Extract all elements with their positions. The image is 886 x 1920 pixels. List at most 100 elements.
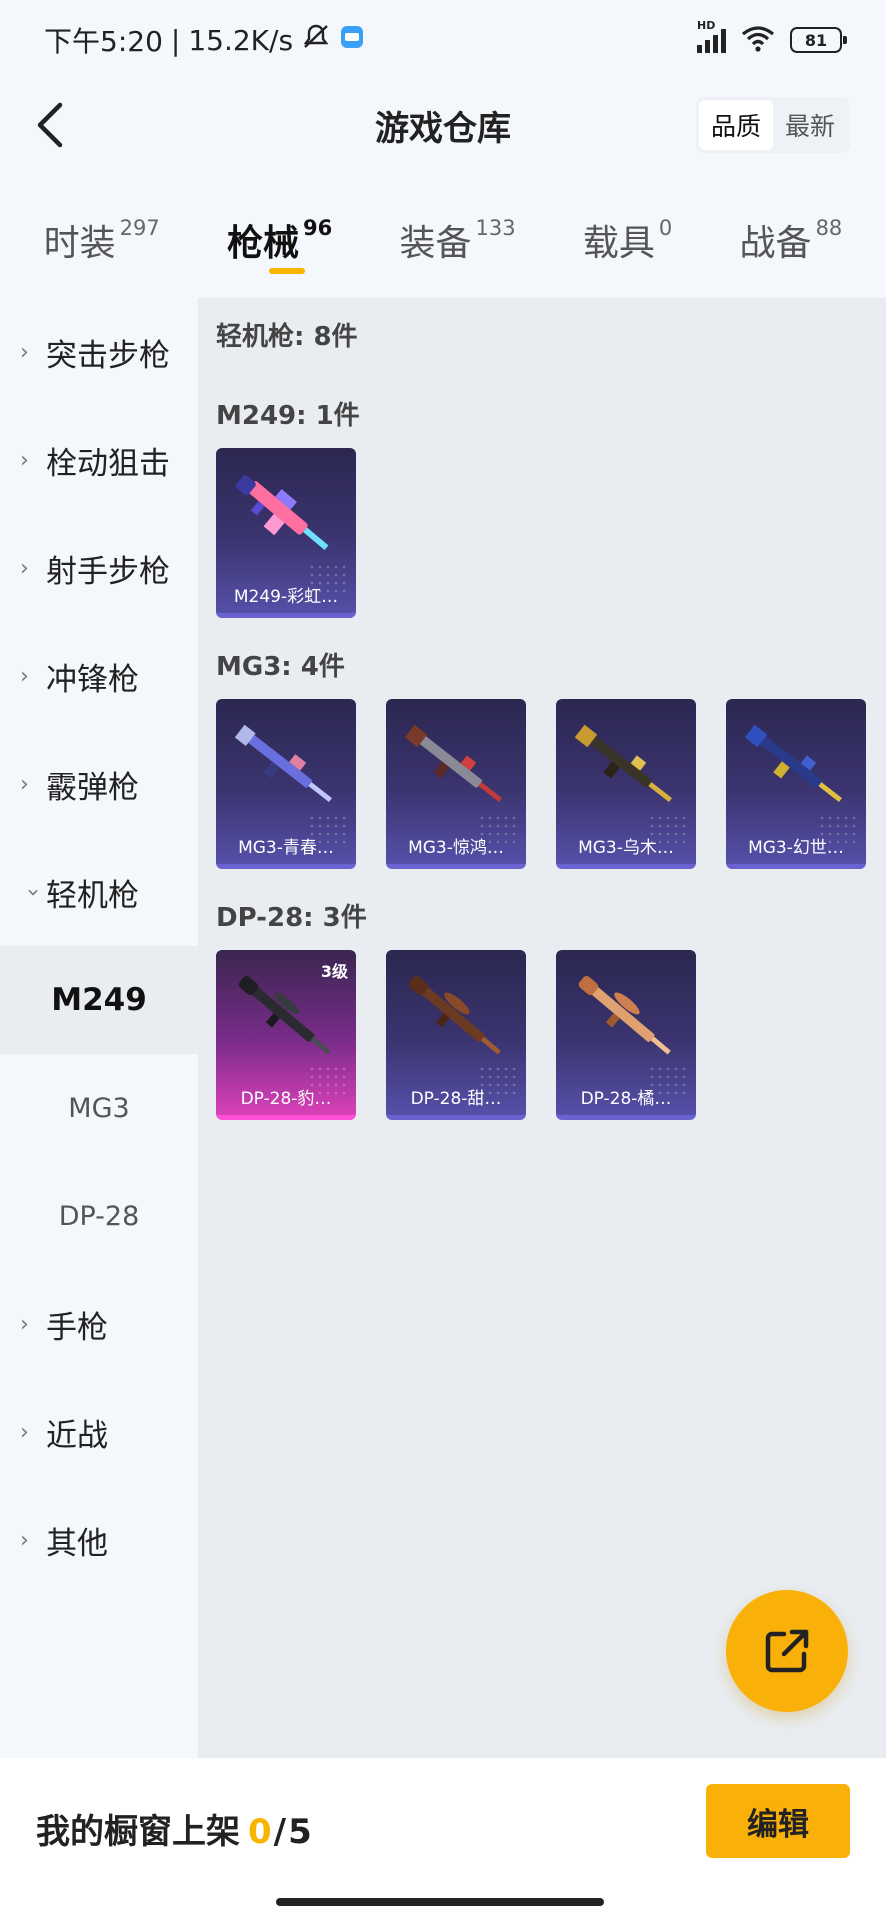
showcase-current: 0 [248, 1812, 272, 1852]
tab-fashion[interactable]: 时装 297 [44, 200, 160, 290]
status-time: 下午5:20 [44, 25, 163, 58]
chevron-left-icon [37, 102, 63, 148]
tab-count: 133 [475, 216, 516, 240]
sidebar-item-pistol[interactable]: › 手枪 [0, 1270, 198, 1378]
battery-icon: 81 [790, 27, 847, 53]
sidebar-item-label: 突击步枪 [46, 337, 170, 374]
item-grid-mg3: MG3-青春… MG3-惊鸿… MG3-乌木… MG3-幻世… [216, 699, 886, 869]
sidebar-item-label: 射手步枪 [46, 553, 170, 590]
status-bar: 下午5:20 | 15.2K/s HD 81 [0, 0, 886, 80]
weapon-type-sidebar: › 突击步枪 › 栓动狙击 › 射手步枪 › 冲锋枪 › 霰弹枪 › 轻机枪 M… [0, 298, 198, 1758]
item-name: MG3-惊鸿… [408, 838, 504, 858]
chevron-right-icon: › [20, 1419, 29, 1445]
tab-label: 枪械 [227, 223, 300, 264]
tab-firearms[interactable]: 枪械 96 [227, 200, 332, 290]
sort-quality-button[interactable]: 品质 [698, 100, 773, 150]
chevron-down-icon: › [20, 887, 46, 897]
tab-label: 战备 [739, 223, 812, 264]
item-name: M249-彩虹… [233, 587, 339, 607]
item-name: MG3-乌木… [578, 838, 674, 858]
item-grid-dp28: 3级 DP-28-豹… DP-28-甜… DP-28-橘… [216, 950, 886, 1120]
status-net-speed: 15.2K/s [188, 23, 294, 57]
back-button[interactable] [22, 98, 76, 152]
sidebar-subitem-mg3[interactable]: MG3 [0, 1054, 198, 1162]
mg3-youth-skin-image [234, 724, 332, 803]
group-title-m249: M249: 1件 [216, 401, 360, 431]
battery-level: 81 [804, 30, 828, 50]
sidebar-item-other[interactable]: › 其他 [0, 1486, 198, 1594]
edit-button[interactable]: 编辑 [706, 1784, 850, 1858]
tab-count: 0 [658, 216, 673, 240]
page-title: 游戏仓库 [375, 108, 511, 149]
header: 游戏仓库 品质 最新 [0, 80, 886, 170]
sidebar-subitem-m249[interactable]: M249 [0, 946, 198, 1054]
showcase-counter: 我的橱窗上架 0 / 5 [36, 1804, 312, 1853]
sidebar-item-assault-rifle[interactable]: › 突击步枪 [0, 298, 198, 406]
item-card[interactable]: DP-28-甜… [386, 950, 526, 1120]
hd-badge: HD [697, 19, 716, 32]
sidebar-item-lmg[interactable]: › 轻机枪 [0, 838, 198, 946]
item-card[interactable]: MG3-惊鸿… [386, 699, 526, 869]
sidebar-item-label: 栓动狙击 [46, 445, 170, 482]
sidebar-item-smg[interactable]: › 冲锋枪 [0, 622, 198, 730]
item-card[interactable]: M249-彩虹… [216, 448, 356, 618]
tab-equipment[interactable]: 装备 133 [400, 200, 516, 290]
tab-supplies[interactable]: 战备 88 [740, 200, 843, 290]
sidebar-item-melee[interactable]: › 近战 [0, 1378, 198, 1486]
tab-label: 载具 [582, 223, 655, 264]
status-left: 下午5:20 | 15.2K/s [44, 20, 365, 60]
tab-vehicles[interactable]: 载具 0 [583, 200, 672, 290]
share-fab-button[interactable] [726, 1590, 848, 1712]
status-separator: | [170, 23, 181, 57]
cell-signal-icon: HD [697, 19, 726, 53]
item-name: DP-28-豹… [240, 1089, 332, 1109]
showcase-separator: / [273, 1812, 287, 1852]
tab-count: 96 [303, 216, 333, 240]
sidebar-item-label: M249 [51, 982, 147, 1018]
tab-count: 297 [119, 216, 160, 240]
active-tab-indicator [269, 268, 305, 274]
showcase-label: 我的橱窗上架 [36, 1812, 240, 1852]
sort-newest-button[interactable]: 最新 [773, 100, 847, 150]
tab-label: 时装 [43, 223, 116, 264]
sidebar-item-marksman-rifle[interactable]: › 射手步枪 [0, 514, 198, 622]
wifi-icon [740, 24, 776, 57]
item-card[interactable]: DP-28-橘… [556, 950, 696, 1120]
mg3-startle-skin-image [404, 724, 502, 803]
chevron-right-icon: › [20, 663, 29, 689]
chevron-right-icon: › [20, 1527, 29, 1553]
item-name: DP-28-橘… [580, 1089, 672, 1109]
app-notification-icon [339, 24, 365, 57]
sort-toggle: 品质 最新 [695, 97, 850, 153]
category-tabs: 时装 297 枪械 96 装备 133 载具 0 战备 88 [0, 200, 886, 290]
m249-rainbow-skin-image [235, 475, 329, 550]
item-card[interactable]: MG3-幻世… [726, 699, 866, 869]
item-card[interactable]: MG3-乌木… [556, 699, 696, 869]
chevron-right-icon: › [20, 339, 29, 365]
sidebar-item-bolt-sniper[interactable]: › 栓动狙击 [0, 406, 198, 514]
sidebar-item-shotgun[interactable]: › 霰弹枪 [0, 730, 198, 838]
sidebar-item-label: MG3 [68, 1092, 130, 1124]
share-external-icon [765, 1629, 809, 1673]
tab-label: 装备 [399, 223, 472, 264]
sidebar-item-label: 冲锋枪 [46, 661, 139, 698]
mg3-ebony-skin-image [574, 724, 672, 803]
chevron-right-icon: › [20, 1311, 29, 1337]
sidebar-item-label: DP-28 [58, 1200, 140, 1232]
showcase-max: 5 [288, 1812, 312, 1852]
category-total: 轻机枪: 8件 [216, 322, 358, 352]
group-title-mg3: MG3: 4件 [216, 652, 345, 682]
mg3-fantasy-skin-image [744, 724, 842, 803]
sidebar-item-label: 手枪 [46, 1309, 108, 1346]
status-right: HD 81 [697, 19, 847, 57]
item-card[interactable]: MG3-青春… [216, 699, 356, 869]
sidebar-item-label: 近战 [46, 1417, 108, 1454]
dp28-sweet-skin-image [408, 975, 501, 1055]
mute-icon [301, 23, 331, 58]
item-card[interactable]: 3级 DP-28-豹… [216, 950, 356, 1120]
sidebar-subitem-dp28[interactable]: DP-28 [0, 1162, 198, 1270]
item-content-area: 轻机枪: 8件 M249: 1件 M249-彩虹… MG3: 4件 MG3-青春… [198, 298, 886, 1758]
chevron-right-icon: › [20, 771, 29, 797]
sidebar-item-label: 轻机枪 [46, 877, 139, 914]
tab-count: 88 [815, 216, 843, 240]
